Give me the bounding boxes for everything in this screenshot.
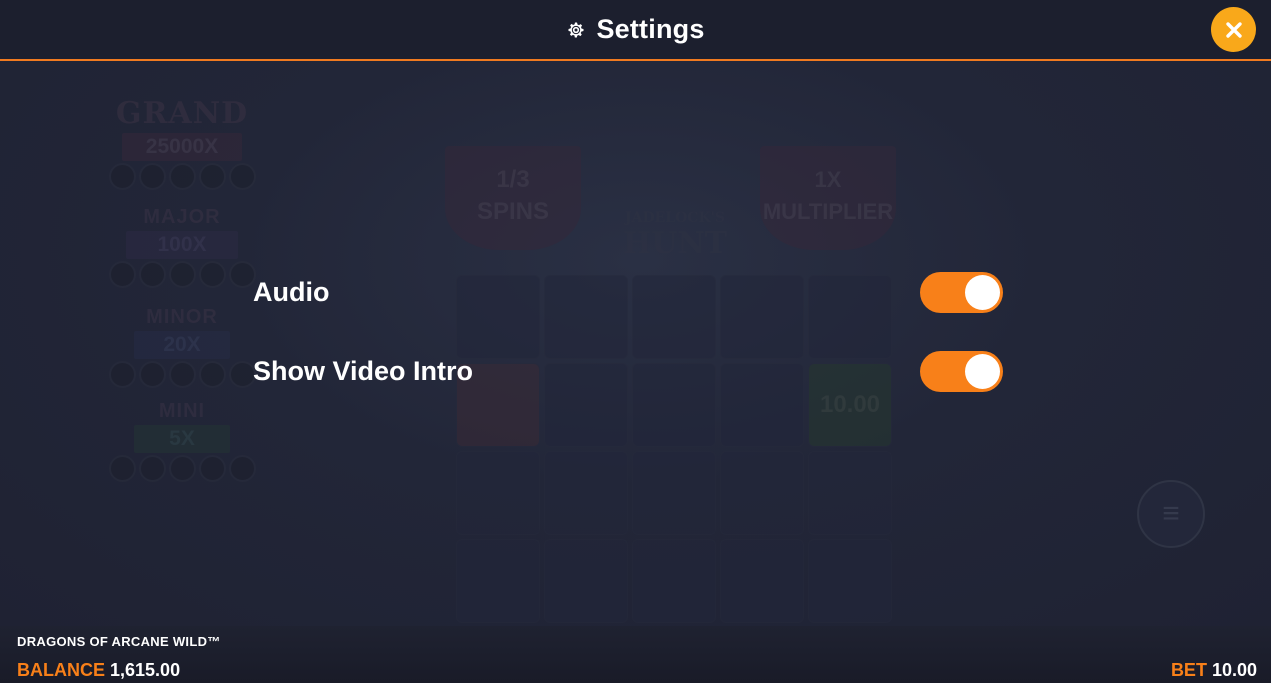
jackpot-name: MAJOR bbox=[143, 206, 221, 228]
jackpot-grand: GRAND 25000X bbox=[106, 96, 258, 190]
jackpot-mini: MINI 5X bbox=[106, 400, 258, 482]
reel-cell bbox=[720, 451, 804, 535]
jackpot-value: 100X bbox=[126, 231, 238, 259]
jackpot-value: 25000X bbox=[122, 133, 242, 161]
jackpot-value: 20X bbox=[134, 331, 230, 359]
page-title: Settings bbox=[596, 14, 705, 44]
bet-value: 10.00 bbox=[1211, 660, 1257, 680]
menu-icon: ≡ bbox=[1137, 480, 1205, 548]
jackpot-major: MAJOR 100X bbox=[106, 206, 258, 288]
setting-row-audio: Audio bbox=[253, 270, 1003, 314]
multiplier-value: 1X bbox=[814, 167, 842, 192]
multiplier-banner: 1X MULTIPLIER bbox=[760, 146, 896, 250]
spins-banner: 1/3 SPINS bbox=[445, 146, 581, 250]
balance-label: BALANCE bbox=[17, 660, 105, 680]
bet-label: BET bbox=[1170, 660, 1207, 680]
jackpot-minor: MINOR 20X bbox=[106, 306, 258, 388]
setting-label: Show Video Intro bbox=[253, 355, 474, 386]
title-group: Settings bbox=[0, 0, 1271, 59]
game-background: GRAND 25000X MAJOR 100X MINOR 20X MINI 5… bbox=[0, 60, 1271, 626]
toggle-knob bbox=[965, 353, 1000, 389]
jackpot-dots bbox=[106, 163, 258, 190]
setting-label: Audio bbox=[253, 276, 330, 307]
reel-grid: 10.00 bbox=[456, 275, 892, 623]
toggle-knob bbox=[965, 274, 1000, 310]
video-intro-toggle[interactable] bbox=[920, 350, 1003, 392]
game-logo: JADELOCK'S HUNT bbox=[620, 205, 730, 261]
jackpot-value: 5X bbox=[134, 425, 230, 453]
reel-cell bbox=[544, 451, 628, 535]
multiplier-label: MULTIPLIER bbox=[762, 199, 894, 224]
reel-cell bbox=[632, 539, 716, 623]
gear-icon bbox=[568, 22, 584, 38]
settings-header: Settings bbox=[0, 0, 1271, 61]
reel-cell bbox=[808, 539, 892, 623]
jackpot-name: MINOR bbox=[146, 306, 218, 328]
setting-row-video-intro: Show Video Intro bbox=[253, 349, 1003, 393]
jackpot-dots bbox=[106, 261, 258, 288]
reel-cell bbox=[632, 451, 716, 535]
reel-cell bbox=[720, 539, 804, 623]
close-button[interactable] bbox=[1211, 7, 1256, 52]
jackpot-name: GRAND bbox=[115, 96, 249, 131]
footer-bar: DRAGONS OF ARCANE WILD™ BALANCE 1,615.00… bbox=[0, 626, 1271, 683]
audio-toggle[interactable] bbox=[920, 271, 1003, 313]
jackpot-dots bbox=[106, 361, 258, 388]
reel-cell bbox=[808, 451, 892, 535]
reel-cell bbox=[456, 539, 540, 623]
jackpot-dots bbox=[106, 455, 258, 482]
spins-count: 1/3 bbox=[496, 166, 530, 193]
logo-line: HUNT bbox=[622, 226, 728, 261]
game-name: DRAGONS OF ARCANE WILD™ bbox=[17, 634, 221, 649]
jackpot-name: MINI bbox=[158, 400, 206, 422]
balance-value: 1,615.00 bbox=[110, 660, 181, 680]
bet-display: BET 10.00 bbox=[1171, 660, 1257, 681]
close-icon bbox=[1225, 21, 1242, 38]
balance-display: BALANCE 1,615.00 bbox=[17, 660, 180, 681]
reel-cell bbox=[544, 539, 628, 623]
spins-label: SPINS bbox=[476, 198, 550, 225]
reel-cell bbox=[456, 451, 540, 535]
